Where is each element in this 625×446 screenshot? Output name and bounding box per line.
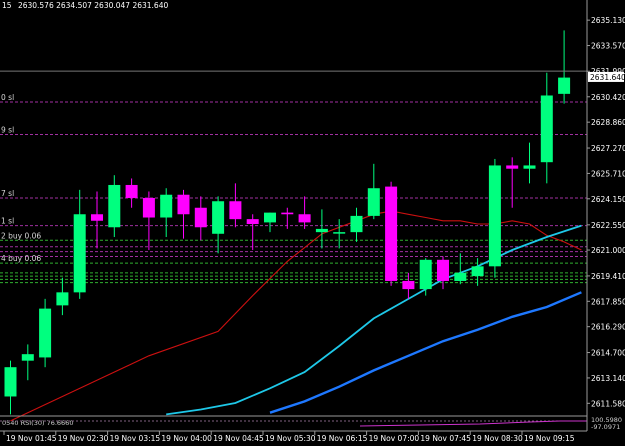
- candle-bull: [21, 354, 34, 361]
- candle-bull: [212, 201, 225, 234]
- price-tick-label: 2624.150: [591, 195, 625, 204]
- ohlc-values: 2630.576 2634.507 2630.047 2631.640: [18, 1, 169, 10]
- price-tick-label: 2633.570: [591, 42, 625, 51]
- candle-bear: [298, 214, 311, 223]
- candle-bear: [402, 280, 415, 290]
- candle-bear: [281, 212, 294, 215]
- candle-bull: [108, 184, 121, 228]
- order-label: 2 buy 0.06: [1, 231, 41, 240]
- order-label: 1 sl: [1, 217, 14, 226]
- candle-bull: [454, 272, 467, 281]
- candle-bull: [488, 165, 501, 267]
- time-axis[interactable]: 19 Nov 01:45 19 Nov 02:30 19 Nov 03:15 19 N…: [3, 431, 575, 443]
- price-tick-label: 2616.290: [591, 323, 625, 332]
- order-label: 7 sl: [1, 189, 14, 198]
- candle-bull: [73, 214, 86, 293]
- indicator-label: 0540 RSI(30) 76.6660: [2, 419, 73, 427]
- time-tick-label: 19 Nov 07:00: [369, 434, 420, 443]
- candle-bull: [39, 308, 52, 358]
- candle-bull: [264, 212, 276, 223]
- order-label: 0 sl: [1, 93, 14, 102]
- time-tick-label: 19 Nov 04:45: [213, 434, 264, 443]
- order-label: 4 buy 0.06: [1, 254, 41, 263]
- ohlc-info: 15 2630.576 2634.507 2630.047 2631.640: [2, 1, 168, 10]
- candle-bull: [4, 367, 17, 397]
- candle-bull: [523, 165, 536, 169]
- indicator-line: [359, 420, 587, 427]
- candle-bear: [194, 207, 207, 228]
- candle-bull: [367, 188, 380, 216]
- price-tick-label: 2619.410: [591, 272, 625, 281]
- order-label: 9 sl: [1, 126, 14, 135]
- candle-bear: [177, 194, 190, 215]
- candle-bull: [350, 215, 363, 233]
- price-tick-label: 2630.420: [591, 93, 625, 102]
- price-tick-label: 2625.710: [591, 169, 625, 178]
- chart-window[interactable]: 0 sl 9 sl 7 sl 1 sl 2 buy 0.06 4 buy 0.06 054…: [0, 0, 625, 446]
- candle-bull: [540, 95, 553, 163]
- price-tick-label: 2614.700: [591, 349, 625, 358]
- time-tick-label: 19 Nov 04:00: [161, 434, 212, 443]
- ma-long-line: [269, 291, 582, 414]
- candle-bear: [125, 184, 138, 198]
- candle-bull: [471, 266, 484, 277]
- indicator-axis-label: -97.0971: [591, 423, 620, 431]
- time-tick-label: 19 Nov 03:15: [110, 434, 161, 443]
- time-tick-label: 19 Nov 09:15: [524, 434, 575, 443]
- candle-bull: [333, 232, 346, 234]
- time-tick-label: 19 Nov 08:30: [472, 434, 523, 443]
- price-tick-label: 2635.130: [591, 16, 625, 25]
- price-tick-label: 2611.580: [591, 399, 625, 408]
- candle-bear: [246, 219, 259, 225]
- price-tick-label: 2613.140: [591, 374, 625, 383]
- price-tick-label: 2627.270: [591, 144, 625, 153]
- candle-bear: [142, 197, 155, 218]
- candle-bull: [315, 228, 328, 233]
- candles: [4, 30, 571, 415]
- price-chart[interactable]: 0 sl 9 sl 7 sl 1 sl 2 buy 0.06 4 buy 0.06 054…: [0, 0, 625, 446]
- candle-bear: [506, 165, 519, 169]
- price-axis[interactable]: 2635.1302633.5702631.9902630.4202628.860…: [586, 0, 625, 431]
- time-tick-label: 19 Nov 07:45: [420, 434, 471, 443]
- candle-bull: [419, 259, 432, 290]
- time-tick-label: 19 Nov 05:30: [265, 434, 316, 443]
- price-tick-label: 2621.000: [591, 246, 625, 255]
- symbol-fragment: 15: [2, 1, 12, 10]
- time-tick-label: 19 Nov 06:15: [317, 434, 368, 443]
- candle-bull: [160, 194, 173, 218]
- price-tick-label: 2617.850: [591, 297, 625, 306]
- current-price-label: 2631.640: [590, 73, 625, 82]
- candle-bear: [437, 259, 449, 281]
- time-tick-label: 19 Nov 02:30: [58, 434, 109, 443]
- candle-bear: [385, 186, 398, 281]
- candle-bull: [56, 292, 69, 306]
- candle-bull: [558, 77, 571, 94]
- time-tick-label: 19 Nov 01:45: [6, 434, 57, 443]
- candle-bear: [91, 214, 103, 221]
- indicator-subwindow: 0540 RSI(30) 76.6660 100.5980-97.0971: [0, 415, 622, 432]
- candle-bear: [229, 201, 242, 220]
- price-tick-label: 2622.550: [591, 221, 625, 230]
- price-tick-label: 2628.860: [591, 118, 625, 127]
